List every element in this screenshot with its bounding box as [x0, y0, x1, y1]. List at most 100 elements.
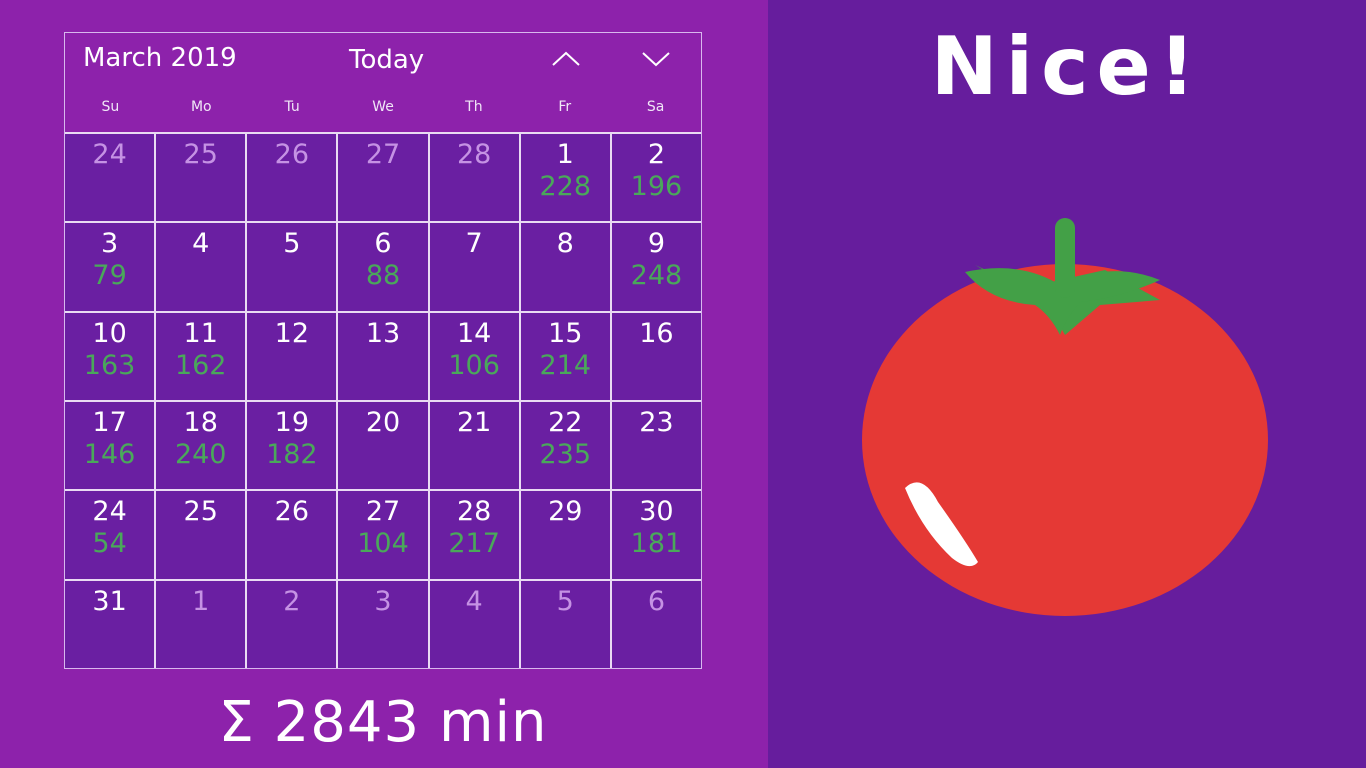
day-number: 27	[365, 496, 401, 528]
weekday-header: Su Mo Tu We Th Fr Sa	[65, 99, 701, 125]
day-minutes: 228	[539, 171, 592, 202]
day-minutes: 214	[539, 349, 592, 381]
calendar-day[interactable]: 8	[520, 223, 610, 311]
day-number: 30	[639, 496, 674, 528]
calendar-day[interactable]: 21	[429, 402, 519, 490]
day-number: 4	[465, 585, 483, 617]
day-number: 8	[556, 228, 574, 260]
calendar-day[interactable]: 6 88	[338, 223, 428, 311]
chevron-down-icon	[642, 52, 670, 67]
day-number: 7	[465, 228, 483, 260]
calendar-day[interactable]: 15 214	[520, 312, 610, 400]
calendar-day[interactable]: 27 104	[338, 491, 428, 579]
day-number: 2	[283, 585, 301, 617]
calendar-day[interactable]: 13	[338, 312, 428, 400]
calendar-day[interactable]: 29	[520, 491, 610, 579]
next-month-button[interactable]	[636, 45, 676, 75]
calendar-day[interactable]: 28	[429, 134, 519, 222]
day-minutes: 106	[448, 349, 500, 381]
weekday-label: Su	[101, 99, 120, 115]
weekday-label: We	[372, 99, 394, 115]
weekday-label: Tu	[284, 99, 300, 115]
day-number: 22	[548, 407, 583, 438]
calendar-day[interactable]: 26	[247, 134, 337, 222]
day-number: 9	[647, 228, 666, 260]
day-minutes: 240	[174, 439, 227, 470]
calendar-day[interactable]: 17 146	[65, 402, 155, 490]
day-number: 20	[365, 407, 401, 438]
calendar-day[interactable]: 5	[247, 223, 337, 311]
calendar-day[interactable]: 28 217	[429, 491, 519, 579]
calendar-day[interactable]: 23	[611, 402, 701, 490]
day-minutes: 217	[448, 528, 500, 560]
day-minutes: 182	[266, 439, 318, 470]
calendar-day[interactable]: 12	[247, 312, 337, 400]
day-number: 28	[456, 496, 492, 528]
day-minutes: 104	[357, 528, 409, 560]
calendar-day[interactable]: 25	[156, 134, 246, 222]
calendar-day[interactable]: 4	[156, 223, 246, 311]
day-number: 17	[92, 407, 127, 438]
calendar-day[interactable]: 30 181	[611, 491, 701, 579]
day-number: 26	[274, 139, 310, 170]
day-minutes: 235	[539, 439, 592, 470]
day-minutes: 248	[630, 260, 683, 292]
day-number: 12	[274, 317, 310, 349]
total-minutes: Σ 2843 min	[218, 690, 548, 755]
day-minutes: 88	[365, 260, 401, 292]
calendar-day[interactable]: 31	[65, 580, 155, 668]
calendar-day[interactable]: 25	[156, 491, 246, 579]
today-button[interactable]: Today	[349, 45, 424, 75]
tomato-icon	[862, 218, 1268, 616]
calendar-day[interactable]: 19 182	[247, 402, 337, 490]
calendar-day[interactable]: 2	[247, 580, 337, 668]
day-number: 13	[365, 317, 401, 349]
day-number: 3	[100, 228, 119, 260]
day-minutes: 162	[174, 349, 227, 381]
day-number: 5	[283, 228, 301, 260]
calendar-day[interactable]: 26	[247, 491, 337, 579]
calendar-day[interactable]: 16	[611, 312, 701, 400]
calendar-day[interactable]: 20	[338, 402, 428, 490]
calendar-day[interactable]: 27	[338, 134, 428, 222]
calendar-day[interactable]: 6	[611, 580, 701, 668]
calendar-day[interactable]: 1 228	[520, 134, 610, 222]
calendar-day[interactable]: 3 79	[65, 223, 155, 311]
day-number: 2	[647, 139, 666, 170]
day-number: 29	[548, 496, 583, 528]
day-number: 24	[92, 496, 127, 528]
day-number: 26	[274, 496, 310, 528]
calendar-day[interactable]: 2 196	[611, 134, 701, 222]
weekday-label: Mo	[190, 99, 212, 115]
calendar-day[interactable]: 10 163	[65, 312, 155, 400]
calendar: March 2019 Today Su Mo Tu We Th Fr Sa 24 25 26 27…	[64, 32, 702, 669]
day-number: 10	[92, 317, 127, 349]
calendar-day[interactable]: 24 54	[65, 491, 155, 579]
day-number: 24	[92, 139, 127, 170]
previous-month-button[interactable]	[546, 45, 586, 75]
message-title: Nice!	[930, 20, 1204, 113]
calendar-day[interactable]: 5	[520, 580, 610, 668]
chevron-up-icon	[552, 51, 580, 66]
day-minutes: 196	[630, 171, 683, 202]
calendar-day[interactable]: 4	[429, 580, 519, 668]
calendar-day[interactable]: 11 162	[156, 312, 246, 400]
day-number: 28	[456, 139, 492, 170]
calendar-day[interactable]: 9 248	[611, 223, 701, 311]
day-minutes: 79	[92, 260, 127, 292]
day-number: 16	[639, 317, 674, 349]
calendar-day[interactable]: 22 235	[520, 402, 610, 490]
calendar-day[interactable]: 18 240	[156, 402, 246, 490]
weekday-label: Sa	[646, 99, 665, 115]
day-number: 18	[183, 407, 218, 438]
day-number: 11	[183, 317, 218, 349]
day-number: 25	[183, 139, 218, 170]
calendar-day[interactable]: 1	[156, 580, 246, 668]
calendar-day[interactable]: 3	[338, 580, 428, 668]
calendar-day[interactable]: 7	[429, 223, 519, 311]
weekday-label: Fr	[558, 99, 572, 115]
calendar-header: March 2019 Today	[65, 33, 701, 91]
calendar-day[interactable]: 14 106	[429, 312, 519, 400]
calendar-day[interactable]: 24	[65, 134, 155, 222]
day-number: 27	[365, 139, 401, 170]
